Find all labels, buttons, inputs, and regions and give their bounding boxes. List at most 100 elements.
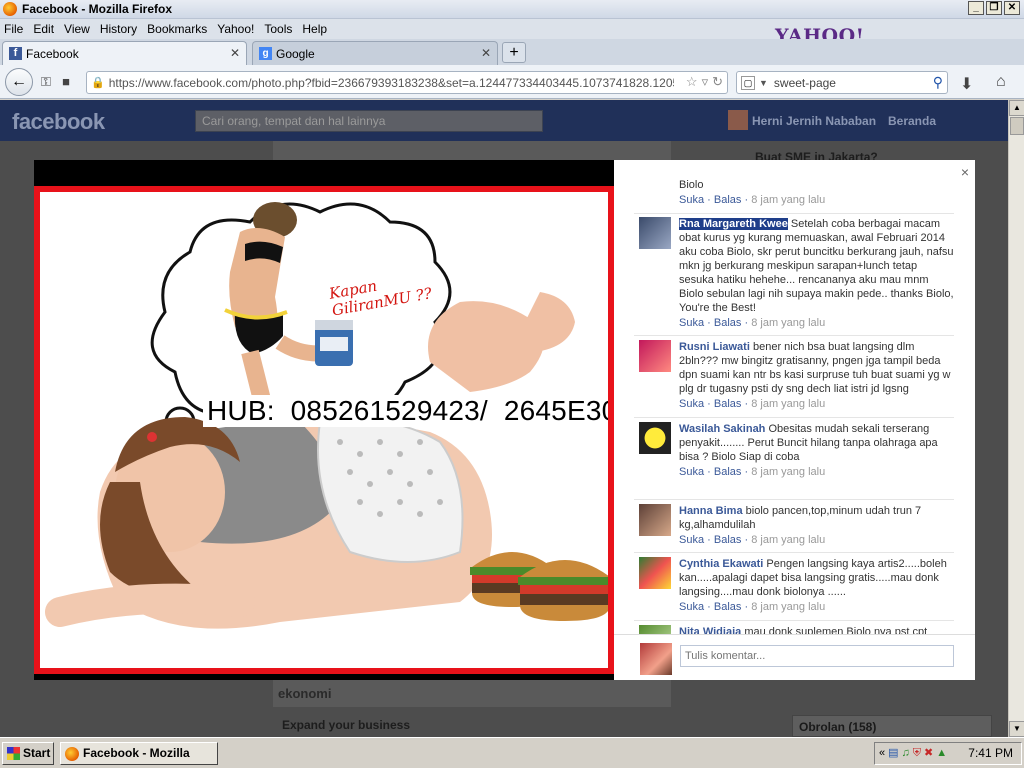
reply-link[interactable]: Balas	[714, 194, 742, 206]
commenter-avatar[interactable]	[639, 625, 671, 634]
commenter-avatar[interactable]	[639, 557, 671, 589]
alert-icon[interactable]: ✖	[924, 743, 933, 764]
home-icon[interactable]: ⌂	[996, 73, 1006, 91]
menu-yahoo[interactable]: Yahoo!	[217, 22, 254, 36]
comment-time: 8 jam yang lalu	[751, 398, 826, 410]
tray-expand-icon[interactable]: «	[879, 743, 885, 764]
comment-composer	[614, 634, 975, 680]
comment-time: 8 jam yang lalu	[751, 194, 826, 206]
comment-body: Rusni Liawati bener nich bsa buat langsi…	[679, 340, 954, 411]
comment-item: Rna Margareth Kwee Setelah coba berbagai…	[634, 213, 954, 335]
google-favicon-icon: g	[259, 47, 272, 60]
reply-link[interactable]: Balas	[714, 398, 742, 410]
like-link[interactable]: Suka	[679, 601, 704, 613]
start-button[interactable]: Start	[2, 742, 54, 765]
comments-panel: × Biolo Suka · Balas · 8 jam yang lalu R…	[614, 160, 975, 680]
start-label: Start	[23, 746, 51, 760]
like-link[interactable]: Suka	[679, 317, 704, 329]
page-scrollbar[interactable]: ▲ ▼	[1008, 100, 1024, 737]
comment-item: Hanna Bima biolo pancen,top,minum udah t…	[634, 500, 954, 553]
expand-business-link: Expand your business	[282, 718, 411, 732]
commenter-name[interactable]: Wasilah Sakinah	[679, 423, 765, 435]
reply-link[interactable]: Balas	[714, 317, 742, 329]
photo: Kapan GiliranMU ?? HUB: 085261529423/ 26…	[34, 180, 614, 680]
background-caption: ekonomi	[278, 686, 332, 701]
taskbar-firefox-button[interactable]: Facebook - Mozilla Fir...	[60, 742, 218, 768]
bookmark-star-icon[interactable]: ☆	[686, 74, 698, 90]
close-window-button[interactable]: ✕	[1004, 1, 1020, 15]
scroll-thumb[interactable]	[1010, 117, 1024, 135]
tray-icons: « ▤ ♫ ⛨ ✖ ▲	[879, 743, 947, 764]
menu-edit[interactable]: Edit	[33, 22, 54, 36]
search-icon[interactable]: ⚲	[933, 74, 943, 91]
search-bar[interactable]: ▢ ▼ sweet-page ⚲	[736, 71, 948, 94]
like-link[interactable]: Suka	[679, 466, 704, 478]
back-button[interactable]: ←	[5, 68, 33, 96]
comment-time: 8 jam yang lalu	[751, 534, 826, 546]
minimize-button[interactable]: _	[968, 1, 984, 15]
commenter-avatar[interactable]	[639, 422, 671, 454]
facebook-logo[interactable]: facebook	[12, 109, 105, 135]
user-name-link[interactable]: Herni Jernih Nababan	[752, 114, 876, 128]
search-engine-icon[interactable]: ▢	[741, 75, 755, 90]
comment-body: Hanna Bima biolo pancen,top,minum udah t…	[679, 504, 954, 547]
new-tab-button[interactable]: +	[502, 42, 526, 63]
menu-bar: File Edit View History Bookmarks Yahoo! …	[0, 19, 1024, 39]
home-link[interactable]: Beranda	[888, 114, 936, 128]
commenter-avatar[interactable]	[639, 217, 671, 249]
like-link[interactable]: Suka	[679, 534, 704, 546]
like-link[interactable]: Suka	[679, 194, 704, 206]
comment-body: Cynthia Ekawati Pengen langsing kaya art…	[679, 557, 954, 614]
like-link[interactable]: Suka	[679, 398, 704, 410]
key-icon[interactable]: ⚿	[38, 74, 54, 90]
reply-link[interactable]: Balas	[714, 534, 742, 546]
comment-meta: Suka · Balas · 8 jam yang lalu	[679, 193, 954, 207]
tab-label: Facebook	[26, 46, 79, 61]
scroll-up-arrow[interactable]: ▲	[1009, 100, 1024, 116]
tab-bar: f Facebook ✕ g Google ✕ +	[0, 39, 1024, 65]
chat-bar[interactable]: Obrolan (158)	[792, 715, 992, 737]
security-shield-icon[interactable]: ⛨	[913, 743, 921, 764]
scroll-down-arrow[interactable]: ▼	[1009, 721, 1024, 737]
comment-fragment: Biolo Suka · Balas · 8 jam yang lalu	[634, 174, 954, 214]
update-icon[interactable]: ▲	[936, 743, 947, 764]
user-avatar[interactable]	[728, 110, 748, 130]
commenter-avatar[interactable]	[639, 340, 671, 372]
commenter-name[interactable]: Hanna Bima	[679, 505, 743, 517]
tab-close-icon[interactable]: ✕	[230, 46, 240, 60]
tab-facebook[interactable]: f Facebook ✕	[2, 41, 247, 65]
menu-history[interactable]: History	[100, 22, 137, 36]
commenter-name[interactable]: Rusni Liawati	[679, 341, 750, 353]
commenter-name[interactable]: Cynthia Ekawati	[679, 558, 763, 570]
separator: ·	[707, 317, 711, 329]
comment-body: Nita Widjaja mau donk suplemen Biolo nya…	[679, 625, 954, 634]
close-viewer-icon[interactable]: ×	[961, 164, 969, 180]
url-bar[interactable]: 🔒 https://www.facebook.com/photo.php?fbi…	[86, 71, 728, 94]
reply-link[interactable]: Balas	[714, 466, 742, 478]
comment-item: Cynthia Ekawati Pengen langsing kaya art…	[634, 553, 954, 621]
commenter-avatar[interactable]	[639, 504, 671, 536]
menu-view[interactable]: View	[64, 22, 90, 36]
identity-icon[interactable]: ■	[58, 74, 74, 90]
tab-google[interactable]: g Google ✕	[252, 41, 498, 65]
tab-close-icon[interactable]: ✕	[481, 46, 491, 60]
network-icon[interactable]: ▤	[888, 743, 898, 764]
commenter-name[interactable]: Nita Widjaja	[679, 626, 741, 634]
menu-bookmarks[interactable]: Bookmarks	[147, 22, 207, 36]
comment-input[interactable]	[680, 645, 954, 667]
firefox-icon	[65, 747, 79, 761]
dropdown-chevron-icon[interactable]: ▿	[702, 74, 709, 90]
facebook-search-input[interactable]: Cari orang, tempat dan hal lainnya	[195, 110, 543, 132]
reload-icon[interactable]: ↻	[712, 74, 723, 90]
separator: ·	[744, 194, 749, 206]
reply-link[interactable]: Balas	[714, 601, 742, 613]
maximize-button[interactable]: ❐	[986, 1, 1002, 15]
search-engine-dropdown-icon[interactable]: ▼	[759, 78, 768, 88]
download-icon[interactable]: ⬇	[960, 74, 973, 94]
menu-file[interactable]: File	[4, 22, 23, 36]
separator: ·	[707, 534, 711, 546]
volume-icon[interactable]: ♫	[902, 743, 910, 764]
menu-tools[interactable]: Tools	[264, 22, 292, 36]
commenter-name[interactable]: Rna Margareth Kwee	[679, 218, 788, 230]
menu-help[interactable]: Help	[302, 22, 327, 36]
